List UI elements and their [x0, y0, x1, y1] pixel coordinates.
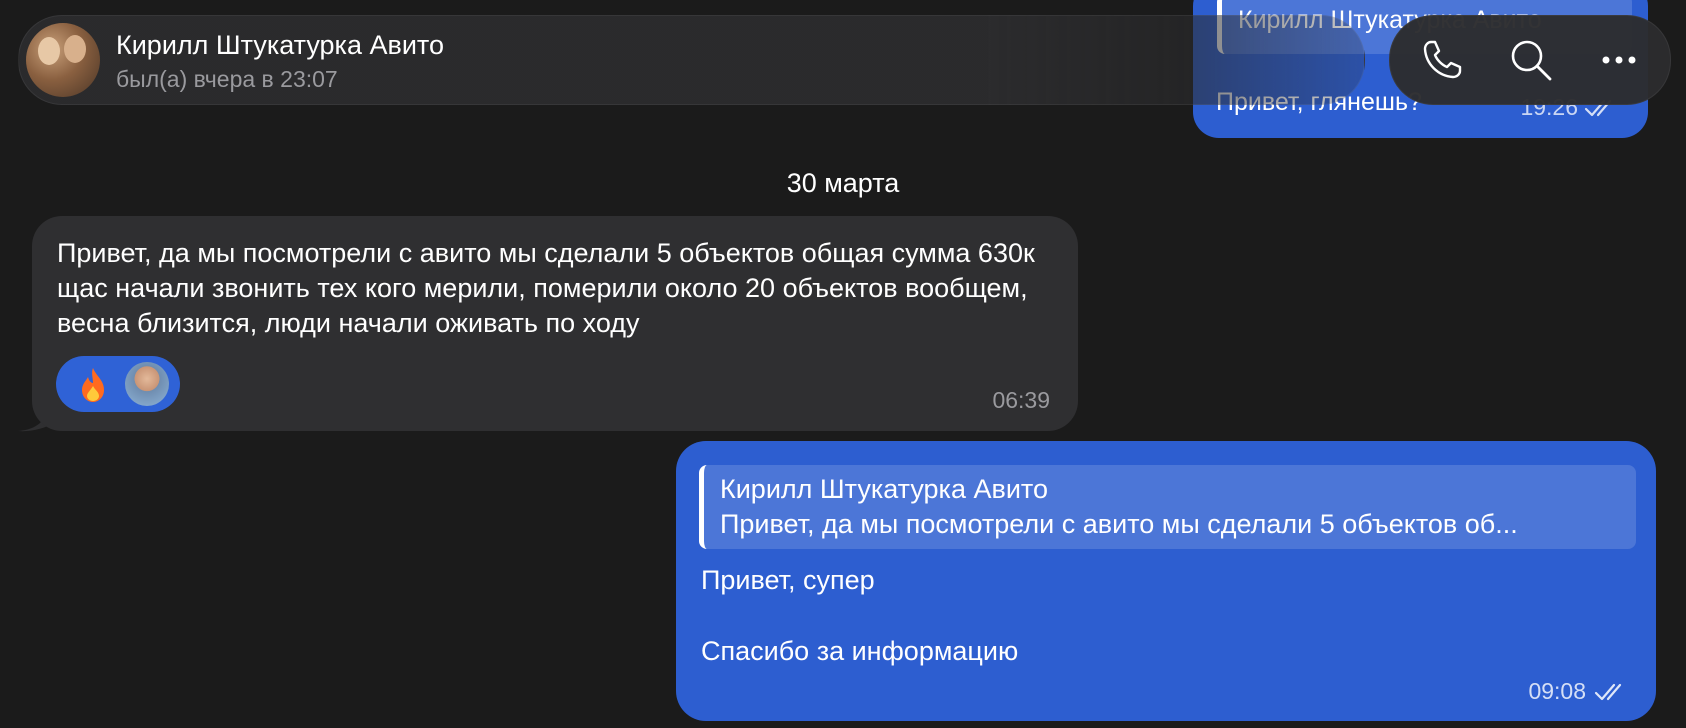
outgoing-message-line-1: Привет, супер: [701, 565, 875, 595]
outgoing-message-meta: 09:08: [1528, 678, 1628, 705]
contact-last-seen: был(а) вчера в 23:07: [116, 66, 338, 92]
incoming-message-text: Привет, да мы посмотрели с авито мы сдел…: [57, 238, 1035, 338]
double-check-icon: [1594, 683, 1622, 700]
contact-avatar[interactable]: [26, 23, 100, 97]
phone-icon: [1423, 40, 1462, 79]
header-actions: [1389, 15, 1671, 105]
outgoing-message[interactable]: Кирилл Штукатурка Авито Привет, да мы по…: [676, 441, 1656, 721]
reaction-user-avatar: [125, 362, 169, 406]
reply-quote[interactable]: Кирилл Штукатурка Авито Привет, да мы по…: [699, 465, 1636, 549]
more-button[interactable]: [1593, 34, 1645, 86]
fire-icon: [82, 368, 104, 402]
reply-quote-name: Кирилл Штукатурка Авито: [720, 474, 1048, 504]
chat-header[interactable]: Кирилл Штукатурка Авито был(а) вчера в 2…: [18, 15, 1365, 105]
contact-name[interactable]: Кирилл Штукатурка Авито: [116, 30, 444, 61]
outgoing-message-line-2: Спасибо за информацию: [701, 636, 1019, 666]
search-icon: [1511, 40, 1552, 81]
more-icon: [1602, 56, 1636, 64]
call-button[interactable]: [1416, 34, 1468, 86]
outgoing-message-time: 09:08: [1528, 678, 1586, 704]
incoming-message-time: 06:39: [992, 387, 1050, 413]
message-reactions[interactable]: [56, 356, 180, 412]
incoming-message[interactable]: Привет, да мы посмотрели с авито мы сдел…: [32, 216, 1078, 431]
date-separator: 30 марта: [786, 168, 900, 198]
reply-quote-text: Привет, да мы посмотрели с авито мы сдел…: [720, 509, 1518, 539]
search-button[interactable]: [1505, 34, 1557, 86]
